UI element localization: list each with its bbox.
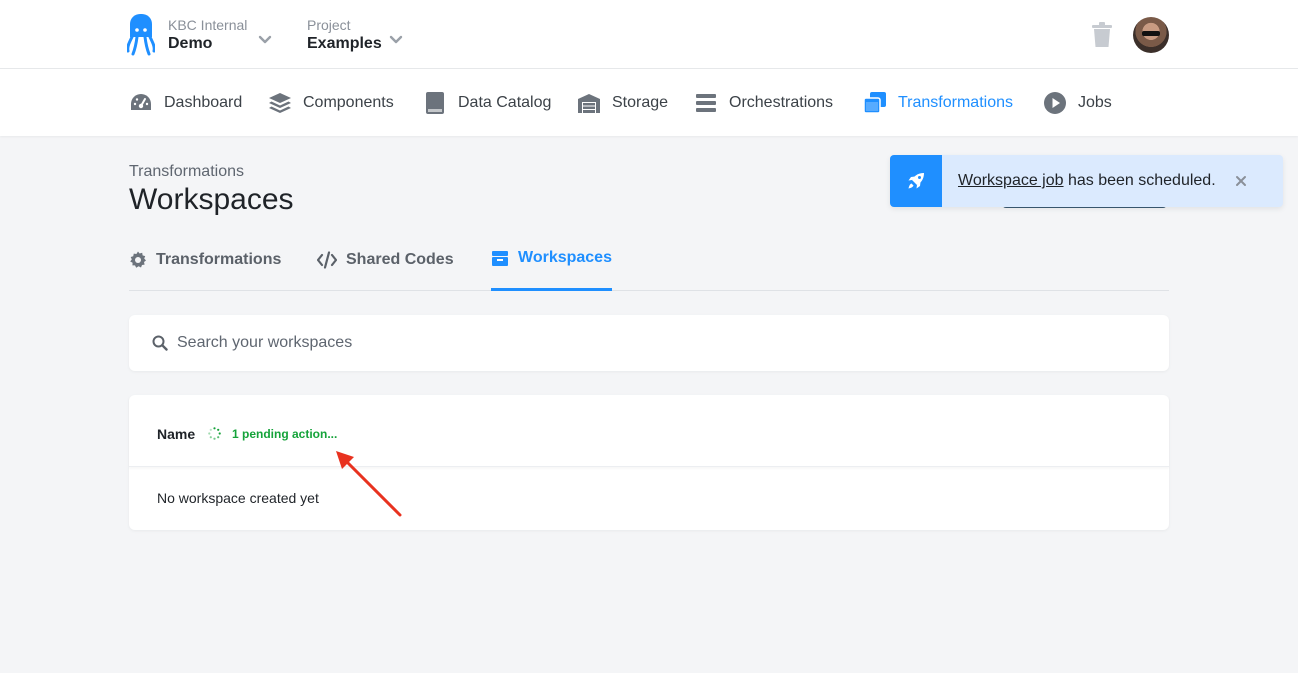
- window-restore-icon: [863, 92, 886, 114]
- search-icon: [152, 335, 168, 351]
- project-name: Examples: [307, 35, 382, 52]
- org-label: KBC Internal: [168, 17, 248, 33]
- layers-icon: [269, 93, 291, 113]
- spinner-icon: [208, 427, 221, 440]
- toast-icon-box: [890, 155, 942, 207]
- nav-item-jobs[interactable]: Jobs: [1043, 91, 1112, 115]
- tab-bar: Transformations Shared Codes Workspaces: [129, 240, 1169, 291]
- project-switcher[interactable]: Project Examples: [307, 17, 403, 55]
- warehouse-icon: [578, 94, 600, 113]
- toast-message-text: has been scheduled.: [1063, 172, 1216, 189]
- tab-workspaces[interactable]: Workspaces: [491, 240, 612, 291]
- toast-notification: Workspace job has been scheduled.: [890, 155, 1283, 207]
- nav-item-dashboard[interactable]: Dashboard: [129, 91, 242, 115]
- nav-item-data-catalog[interactable]: Data Catalog: [423, 91, 551, 115]
- keboola-logo-icon[interactable]: [127, 13, 155, 57]
- empty-state-message: No workspace created yet: [157, 490, 319, 506]
- nav-item-label: Orchestrations: [729, 94, 834, 111]
- org-name: Demo: [168, 35, 213, 52]
- page-title: Workspaces: [129, 183, 294, 216]
- tab-transformations[interactable]: Transformations: [129, 240, 281, 291]
- workspace-job-link[interactable]: Workspace job: [958, 172, 1064, 189]
- tab-label: Transformations: [156, 250, 282, 268]
- chevron-down-icon: [258, 35, 272, 44]
- nav-item-label: Storage: [612, 94, 669, 111]
- box-icon: [492, 251, 508, 266]
- user-avatar[interactable]: [1133, 17, 1169, 53]
- project-label: Project: [307, 17, 351, 33]
- nav-item-label: Dashboard: [164, 94, 243, 111]
- dashboard-icon: [131, 94, 151, 110]
- tab-label: Workspaces: [518, 249, 612, 266]
- chevron-down-icon: [389, 35, 403, 44]
- tab-label: Shared Codes: [346, 250, 454, 268]
- pending-actions-status: 1 pending action...: [232, 427, 338, 441]
- nav-item-transformations[interactable]: Transformations: [863, 91, 1013, 115]
- code-icon: [317, 250, 337, 269]
- organization-switcher[interactable]: KBC Internal Demo: [168, 17, 272, 55]
- gear-icon: [130, 251, 146, 268]
- main-navigation: Dashboard Components Data Catalog Storag…: [0, 69, 1298, 136]
- toast-message: Workspace job has been scheduled.: [958, 172, 1216, 190]
- rocket-icon: [908, 173, 924, 189]
- bars-icon: [696, 94, 716, 112]
- table-header: Name 1 pending action...: [129, 395, 1169, 467]
- nav-item-label: Transformations: [898, 94, 1013, 111]
- avatar-glasses: [1142, 31, 1160, 36]
- column-header-name[interactable]: Name: [157, 426, 195, 442]
- top-bar: KBC Internal Demo Project Examples: [0, 0, 1298, 69]
- nav-item-label: Components: [303, 94, 394, 111]
- search-box: [129, 315, 1169, 371]
- book-icon: [426, 92, 444, 114]
- nav-item-label: Jobs: [1078, 94, 1112, 111]
- nav-item-components[interactable]: Components: [268, 91, 394, 115]
- breadcrumb[interactable]: Transformations: [129, 163, 244, 181]
- nav-item-label: Data Catalog: [458, 94, 552, 111]
- tab-shared-codes[interactable]: Shared Codes: [317, 240, 454, 291]
- annotation-arrow-icon: [336, 451, 402, 517]
- nav-item-storage[interactable]: Storage: [577, 91, 668, 115]
- trash-icon[interactable]: [1091, 22, 1113, 48]
- search-input[interactable]: [177, 334, 1137, 352]
- close-icon[interactable]: [1234, 174, 1248, 188]
- workspaces-table: Name 1 pending action... No workspace cr…: [129, 395, 1169, 530]
- play-circle-icon: [1044, 92, 1066, 114]
- nav-item-orchestrations[interactable]: Orchestrations: [694, 91, 833, 115]
